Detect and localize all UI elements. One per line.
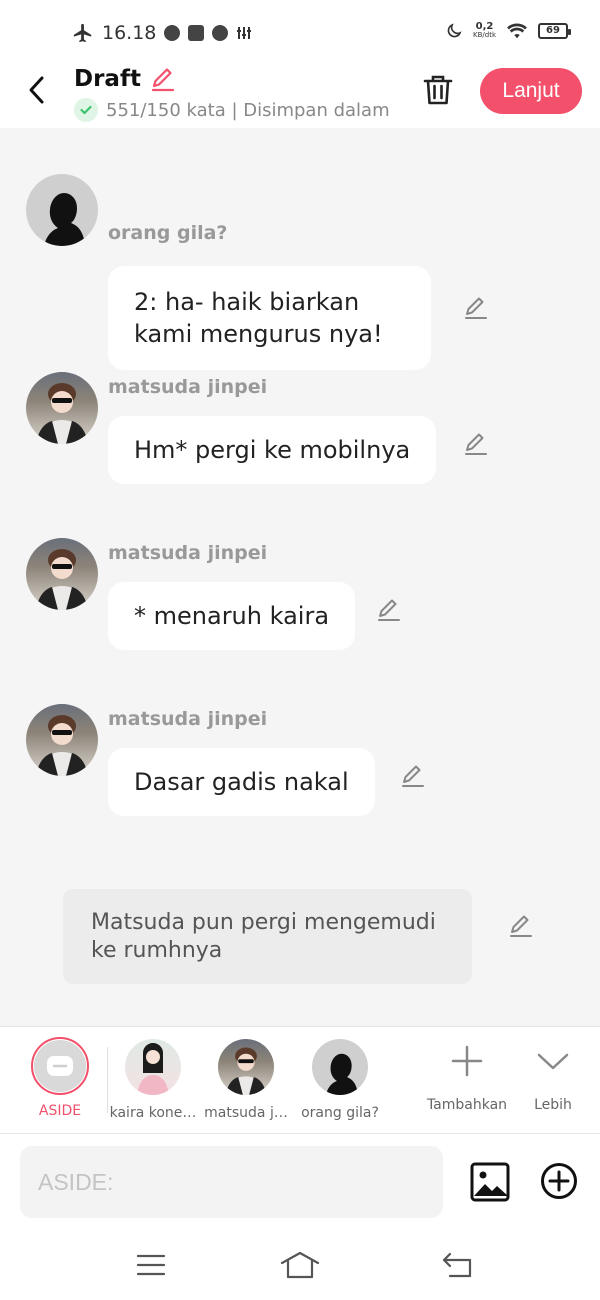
aside-avatar: [31, 1037, 89, 1095]
activity-icon: [237, 27, 252, 39]
message-bubble[interactable]: Hm* pergi ke mobilnya: [108, 416, 437, 484]
home-button[interactable]: [280, 1250, 320, 1280]
menu-icon: [136, 1254, 166, 1276]
edit-message-icon[interactable]: [462, 294, 490, 322]
more-button[interactable]: Lebih: [508, 1037, 598, 1113]
add-character-button[interactable]: Tambahkan: [422, 1037, 512, 1113]
character-label: kaira kone…: [109, 1105, 197, 1121]
edit-message-icon[interactable]: [375, 596, 403, 624]
chat-bubble-icon: [47, 1056, 73, 1076]
status-left: 16.18: [72, 22, 252, 44]
back-button[interactable]: [20, 70, 54, 110]
net-speed: 0,2 KB/dtk: [473, 22, 496, 40]
compose-bar: [0, 1134, 600, 1230]
trash-icon: [423, 75, 453, 105]
battery-icon: 69: [538, 23, 571, 39]
edit-title-icon[interactable]: [149, 65, 177, 93]
facebook-icon: [164, 25, 181, 41]
image-icon[interactable]: [470, 1162, 510, 1202]
chevron-left-icon: [29, 76, 44, 104]
avatar-matsuda: [218, 1039, 274, 1095]
message-bubble[interactable]: * menaruh kaira: [108, 582, 356, 650]
chat-area[interactable]: orang gila? 2: ha- haik biarkan kami men…: [0, 128, 600, 1026]
character-bar: ASIDE kaira kone… matsuda j… orang gila?…: [0, 1026, 600, 1134]
character-kaira[interactable]: kaira kone…: [108, 1037, 198, 1121]
home-icon: [280, 1251, 320, 1279]
title-row: Draft: [74, 65, 177, 93]
character-aside[interactable]: ASIDE: [15, 1037, 105, 1119]
sender-name: matsuda jinpei: [108, 542, 268, 564]
plus-icon: [451, 1045, 483, 1077]
sender-name: matsuda jinpei: [108, 376, 268, 398]
character-label: matsuda j…: [204, 1105, 288, 1121]
message-bubble[interactable]: Dasar gadis nakal: [108, 748, 375, 816]
back-nav-button[interactable]: [438, 1250, 478, 1280]
app-header: Draft 551/150 kata | Disimpan dalam 2 La…: [0, 62, 600, 128]
avatar-matsuda[interactable]: [26, 704, 98, 776]
net-speed-unit: KB/dtk: [473, 31, 496, 39]
compass-icon: [212, 25, 229, 41]
avatar-matsuda[interactable]: [26, 372, 98, 444]
check-icon: [74, 98, 98, 122]
more-label: Lebih: [534, 1097, 572, 1113]
avatar-orang-gila: [312, 1039, 368, 1095]
character-label: orang gila?: [301, 1105, 379, 1121]
status-time: 16.18: [102, 22, 157, 44]
next-button[interactable]: Lanjut: [480, 68, 582, 114]
edit-message-icon[interactable]: [462, 430, 490, 458]
airplane-icon: [73, 23, 92, 43]
net-speed-value: 0,2: [475, 21, 494, 32]
status-right: 0,2 KB/dtk 69: [445, 22, 571, 40]
sender-name: orang gila?: [108, 222, 228, 244]
character-orang-gila[interactable]: orang gila?: [295, 1037, 385, 1121]
notification-icon: [188, 25, 205, 41]
avatar-kaira: [125, 1039, 181, 1095]
character-matsuda[interactable]: matsuda j…: [201, 1037, 291, 1121]
battery-level: 69: [546, 25, 560, 36]
character-label: ASIDE: [38, 1103, 82, 1119]
message-input[interactable]: [20, 1146, 443, 1218]
avatar-orang-gila[interactable]: [26, 174, 98, 246]
sender-name: matsuda jinpei: [108, 708, 268, 730]
back-icon: [442, 1252, 472, 1278]
menu-button[interactable]: [131, 1250, 171, 1280]
status-bar: 16.18 0,2 KB/dtk 69: [0, 0, 600, 62]
aside-message[interactable]: Matsuda pun pergi mengemudi ke rumhnya: [63, 889, 472, 984]
add-label: Tambahkan: [426, 1097, 508, 1113]
delete-button[interactable]: [420, 70, 456, 110]
moon-icon: [447, 23, 462, 38]
avatar-matsuda[interactable]: [26, 538, 98, 610]
edit-aside-icon[interactable]: [507, 912, 535, 940]
system-nav-bar: [0, 1230, 600, 1300]
save-status: 551/150 kata | Disimpan dalam 2: [74, 98, 394, 122]
message-bubble[interactable]: 2: ha- haik biarkan kami mengurus nya!: [108, 266, 431, 370]
edit-message-icon[interactable]: [399, 762, 427, 790]
word-count-status: 551/150 kata | Disimpan dalam 2: [106, 99, 394, 121]
page-title: Draft: [74, 66, 141, 92]
add-circle-icon[interactable]: [540, 1162, 578, 1200]
chevron-down-icon: [537, 1053, 569, 1070]
wifi-icon: [507, 23, 527, 39]
